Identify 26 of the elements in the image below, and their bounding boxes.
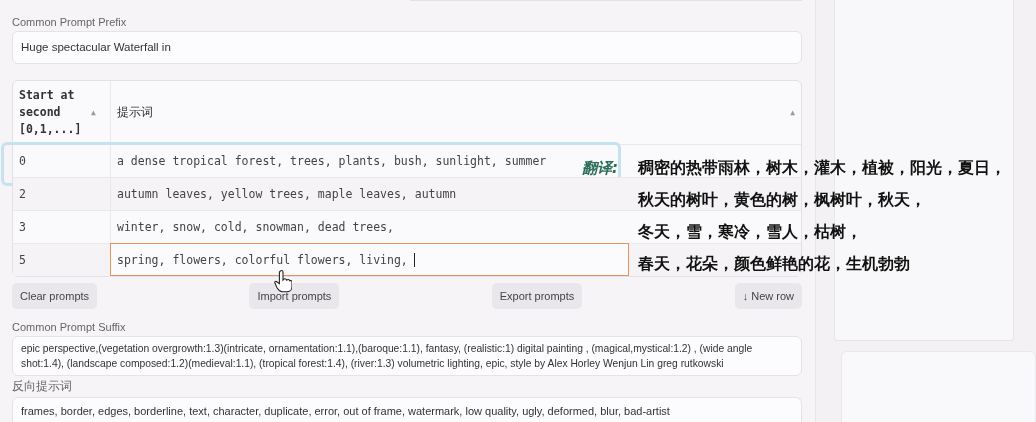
- cell-editor[interactable]: spring, flowers, colorful flowers, living,: [110, 243, 629, 276]
- table-cell: a dense tropical forest, trees, plants, bush, sunlight, summer: [117, 154, 547, 168]
- table-cell: 3: [19, 220, 26, 234]
- suffix-field[interactable]: epic perspective,(vegetation overgrowth:1.3)(intricate, ornamentation:1.1),(baroque:1.1), fantasy, (realistic:1) digital painting , (magical,mystical:1.2) , (wide angle shot:1.4), (landscape composed:1.2)(medieval:1.1), (tropical forest:1.4), (river:1.3) volumetric lighting, epic, style by Alex Horley Wenjun Lin greg rutkowski: [12, 336, 802, 376]
- field-label: Common Prompt Suffix: [12, 321, 127, 333]
- new-row-button[interactable]: ↓ New row: [734, 283, 802, 309]
- column-header[interactable]: Start at second [0,1,...]: [19, 87, 85, 138]
- field-label: Common Prompt Prefix: [12, 16, 128, 28]
- translation-line: 秋天的树叶，黄色的树，枫树叶，秋天，: [638, 189, 927, 211]
- table-cell: winter, snow, cold, snowman, dead trees,: [117, 220, 394, 234]
- action-button[interactable]: Clear prompts: [12, 283, 98, 309]
- action-button[interactable]: Import prompts: [249, 283, 340, 309]
- translation-line: 冬天，雪，寒冷，雪人，枯树，: [638, 221, 863, 243]
- table-cell: 5: [19, 253, 26, 267]
- negative-prompt-field[interactable]: frames, border, edges, borderline, text, character, duplicate, error, out of frame, watermark, low quality, ugly, deformed, blur, bad-artist: [12, 397, 802, 422]
- text-cursor: [413, 252, 415, 267]
- prefix-field[interactable]: Huge spectacular Waterfall in: [12, 31, 802, 64]
- field-label: 反向提示词: [12, 378, 73, 394]
- translation-label: 翻译:: [582, 158, 618, 179]
- translation-line: 春天，花朵，颜色鲜艳的花，生机勃勃: [638, 253, 911, 275]
- table-cell: 2: [19, 187, 26, 201]
- table-cell: 0: [19, 154, 26, 168]
- table-cell: autumn leaves, yellow trees, maple leaves, autumn: [117, 187, 457, 201]
- action-button[interactable]: Export prompts: [491, 283, 583, 309]
- column-header[interactable]: 提示词: [117, 105, 785, 120]
- translation-line: 稠密的热带雨林，树木，灌木，植被，阳光，夏日，: [638, 157, 1006, 179]
